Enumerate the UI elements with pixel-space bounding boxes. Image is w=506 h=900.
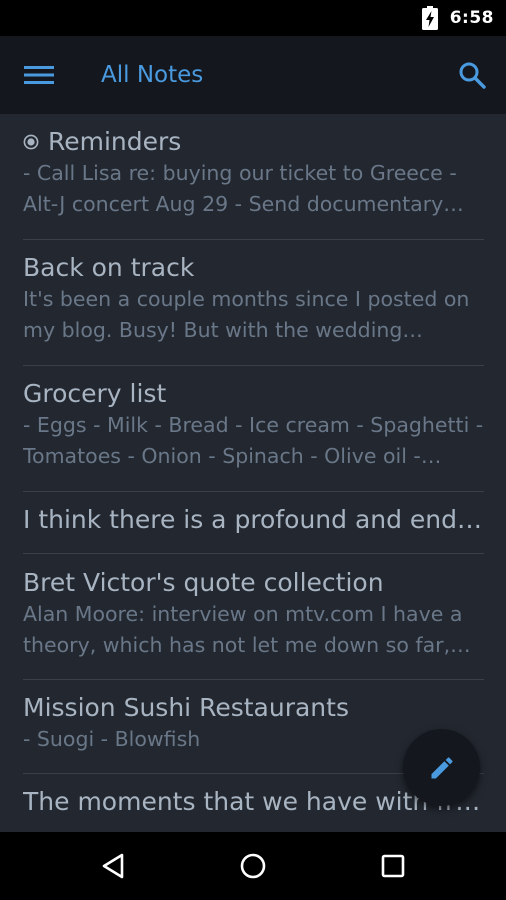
note-preview: - Call Lisa re: buying our ticket to Gre…: [23, 161, 457, 216]
hamburger-menu-icon: [24, 66, 54, 84]
home-button[interactable]: [223, 846, 283, 886]
note-preview: It's been a couple months since I posted…: [23, 287, 470, 342]
search-button[interactable]: [450, 55, 494, 95]
status-time: 6:58: [449, 8, 494, 28]
note-item-reminders[interactable]: Reminders - Call Lisa re: buying our tic…: [23, 126, 484, 240]
back-triangle-icon: [102, 853, 124, 879]
home-circle-icon: [240, 853, 266, 879]
new-note-button[interactable]: [403, 729, 480, 806]
note-title-row: Reminders: [23, 126, 484, 158]
note-title: Grocery list: [23, 379, 167, 408]
menu-button[interactable]: [14, 55, 64, 95]
search-icon: [459, 62, 486, 89]
recents-square-icon: [381, 854, 405, 878]
notes-list: Reminders - Call Lisa re: buying our tic…: [0, 114, 506, 832]
app-bar: All Notes: [0, 36, 506, 114]
note-title: Back on track: [23, 253, 195, 282]
status-bar: 6:58: [0, 0, 506, 36]
note-title: I think there is a profound and enduring…: [23, 505, 484, 534]
page-title: All Notes: [101, 62, 204, 88]
pinned-dot-icon: [23, 134, 39, 150]
note-preview: - Eggs - Milk - Bread - Ice cream - Spag…: [23, 413, 484, 468]
pencil-icon: [431, 756, 453, 778]
note-title: Reminders: [48, 127, 182, 156]
battery-charging-icon: [421, 6, 438, 30]
note-title: Bret Victor's quote collection: [23, 568, 384, 597]
note-item-profound-beauty[interactable]: I think there is a profound and enduring…: [23, 504, 484, 554]
note-title: Mission Sushi Restaurants: [23, 693, 349, 722]
note-item-grocery-list[interactable]: Grocery list - Eggs - Milk - Bread - Ice…: [23, 378, 484, 492]
note-item-bret-victor-quotes[interactable]: Bret Victor's quote collection Alan Moor…: [23, 567, 484, 680]
navigation-bar: [0, 832, 506, 900]
recents-button[interactable]: [363, 846, 423, 886]
note-item-back-on-track[interactable]: Back on track It's been a couple months …: [23, 252, 484, 366]
back-button[interactable]: [83, 846, 143, 886]
note-preview: Alan Moore: interview on mtv.com I have …: [23, 602, 463, 657]
